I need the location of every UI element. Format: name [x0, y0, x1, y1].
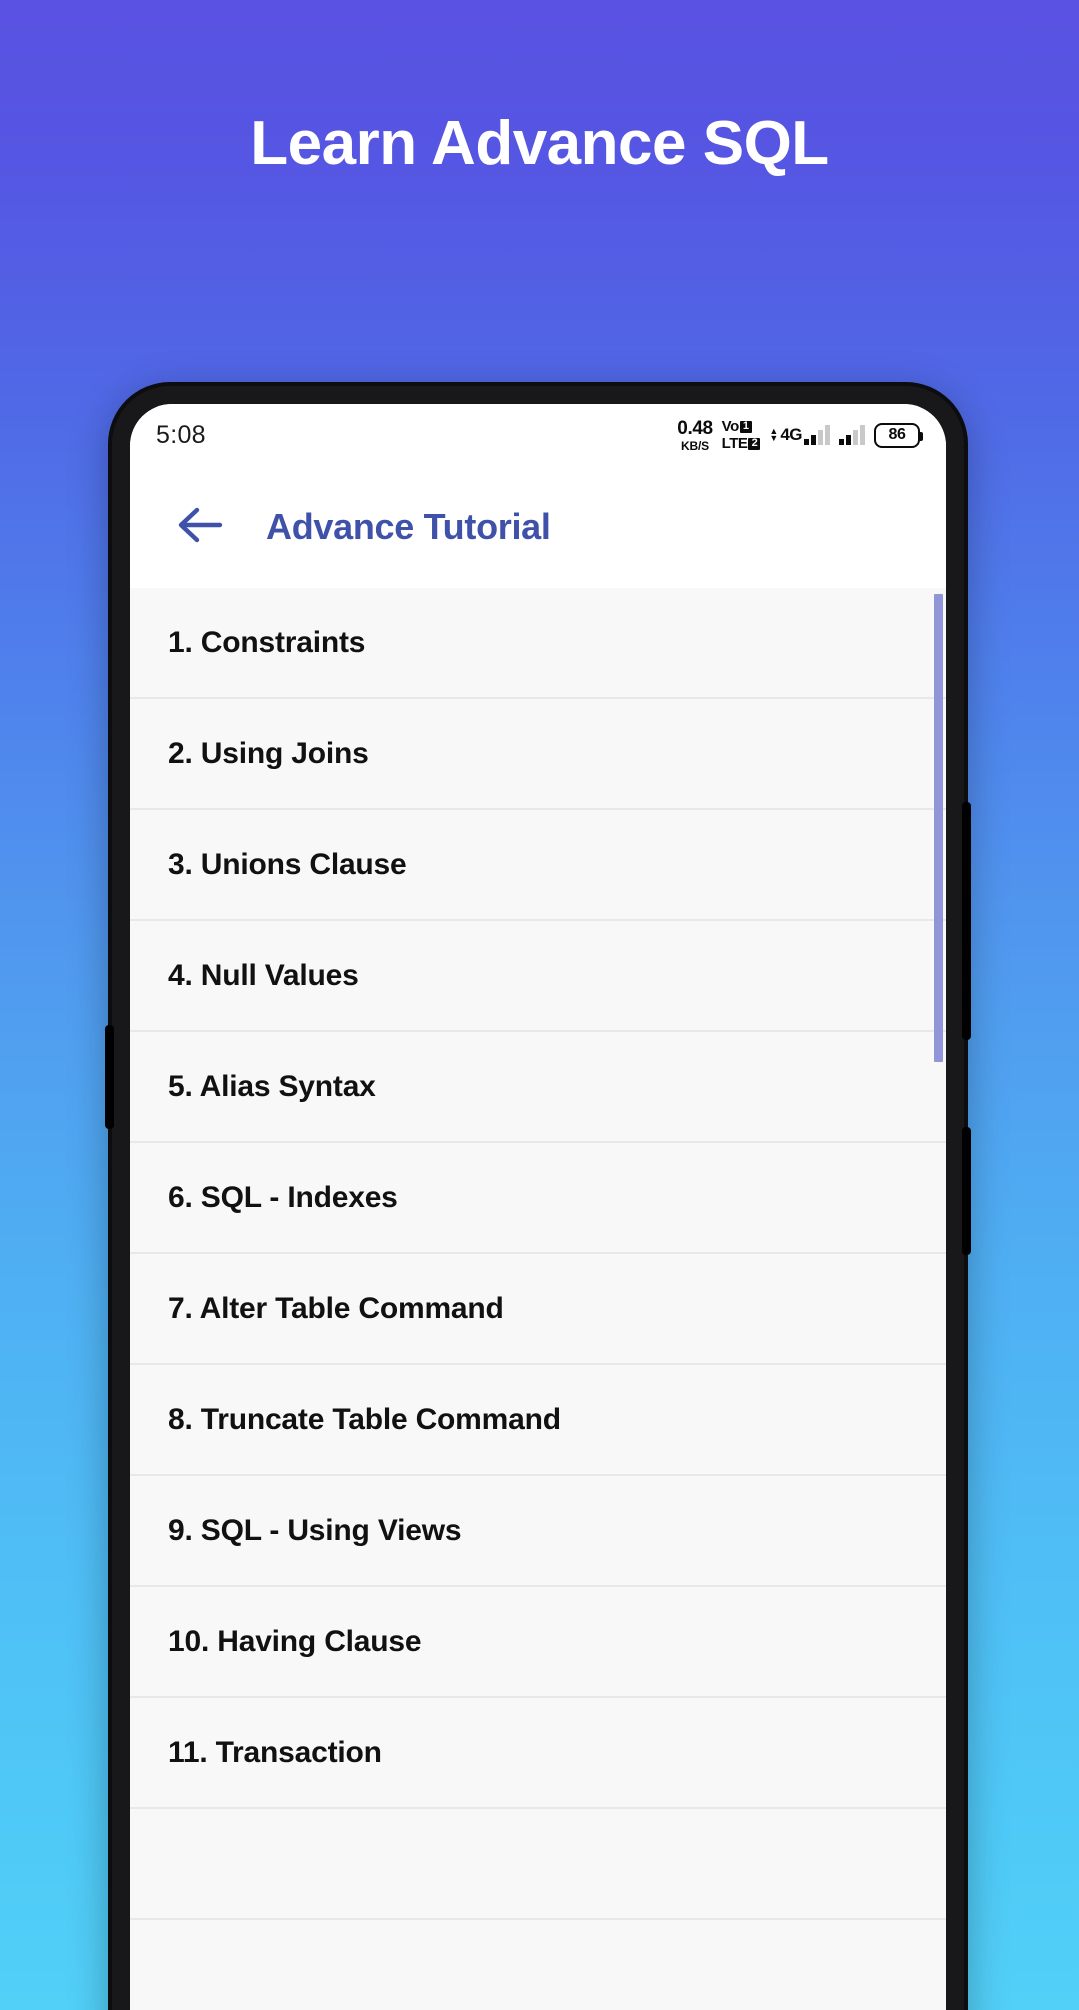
data-type-label: 4G: [780, 425, 802, 444]
list-item-label: 11. Transaction: [168, 1735, 382, 1769]
list-item-label: 7. Alter Table Command: [168, 1291, 504, 1325]
list-item[interactable]: 8. Truncate Table Command: [130, 1365, 946, 1476]
sim1-badge: 1: [739, 420, 752, 433]
volte-label-top: Vo: [721, 418, 740, 435]
phone-screen: 5:08 0.48 KB/S Vo 1 LTE 2 ▲ ▼ 4G 86 Adva…: [130, 404, 946, 2010]
network-speed-unit: KB/S: [681, 438, 709, 453]
list-item-label: 8. Truncate Table Command: [168, 1402, 561, 1436]
list-item-label: 5. Alias Syntax: [168, 1069, 376, 1103]
page-title: Advance Tutorial: [266, 506, 551, 547]
promo-screenshot: Learn Advance SQL 5:08 0.48 KB/S Vo 1 LT…: [0, 0, 1079, 2010]
arrow-left-icon: [177, 506, 223, 549]
list-item-label: 2. Using Joins: [168, 736, 369, 770]
list-item[interactable]: 9. SQL - Using Views: [130, 1476, 946, 1587]
status-time: 5:08: [156, 420, 206, 449]
left-side-button[interactable]: [105, 1025, 114, 1129]
list-item[interactable]: [130, 1809, 946, 1920]
list-item[interactable]: 2. Using Joins: [130, 699, 946, 810]
network-speed-indicator: 0.48 KB/S: [677, 417, 713, 453]
list-item-label: 4. Null Values: [168, 958, 359, 992]
list-item[interactable]: 4. Null Values: [130, 921, 946, 1032]
sim2-badge: 2: [748, 437, 761, 450]
list-item[interactable]: 7. Alter Table Command: [130, 1254, 946, 1365]
network-speed-value: 0.48: [677, 417, 713, 439]
volte-label-bottom: LTE: [721, 435, 748, 452]
list-item-label: 6. SQL - Indexes: [168, 1180, 398, 1214]
status-bar: 5:08 0.48 KB/S Vo 1 LTE 2 ▲ ▼ 4G 86: [130, 404, 946, 466]
list-item[interactable]: 1. Constraints: [130, 588, 946, 699]
signal-bars-sim2-icon: [839, 425, 865, 445]
list-item-label: 10. Having Clause: [168, 1624, 422, 1658]
volume-button[interactable]: [962, 802, 971, 1040]
app-bar: Advance Tutorial: [130, 466, 946, 588]
list-item[interactable]: 11. Transaction: [130, 1698, 946, 1809]
list-item[interactable]: 3. Unions Clause: [130, 810, 946, 921]
phone-frame: 5:08 0.48 KB/S Vo 1 LTE 2 ▲ ▼ 4G 86 Adva…: [105, 382, 971, 2010]
list-item[interactable]: 5. Alias Syntax: [130, 1032, 946, 1143]
mobile-data-indicator: ▲ ▼ 4G: [769, 425, 830, 445]
signal-bars-sim1-icon: [804, 425, 830, 445]
list-item-label: 3. Unions Clause: [168, 847, 407, 881]
list-item-label: 9. SQL - Using Views: [168, 1513, 462, 1547]
list-item-label: 1. Constraints: [168, 625, 366, 659]
back-button[interactable]: [152, 479, 248, 575]
battery-percent-label: 86: [888, 426, 906, 443]
volte-icon: Vo 1 LTE 2: [722, 419, 761, 451]
list-item[interactable]: 6. SQL - Indexes: [130, 1143, 946, 1254]
tutorial-list[interactable]: 1. Constraints 2. Using Joins 3. Unions …: [130, 588, 946, 2010]
promo-headline: Learn Advance SQL: [250, 109, 829, 178]
list-scrollbar-thumb[interactable]: [934, 594, 943, 1062]
list-item[interactable]: 10. Having Clause: [130, 1587, 946, 1698]
data-transfer-arrows-icon: ▲ ▼: [769, 426, 779, 443]
battery-icon: 86: [874, 422, 923, 448]
power-button[interactable]: [962, 1127, 971, 1255]
status-icons-group: 0.48 KB/S Vo 1 LTE 2 ▲ ▼ 4G 86: [677, 417, 923, 453]
